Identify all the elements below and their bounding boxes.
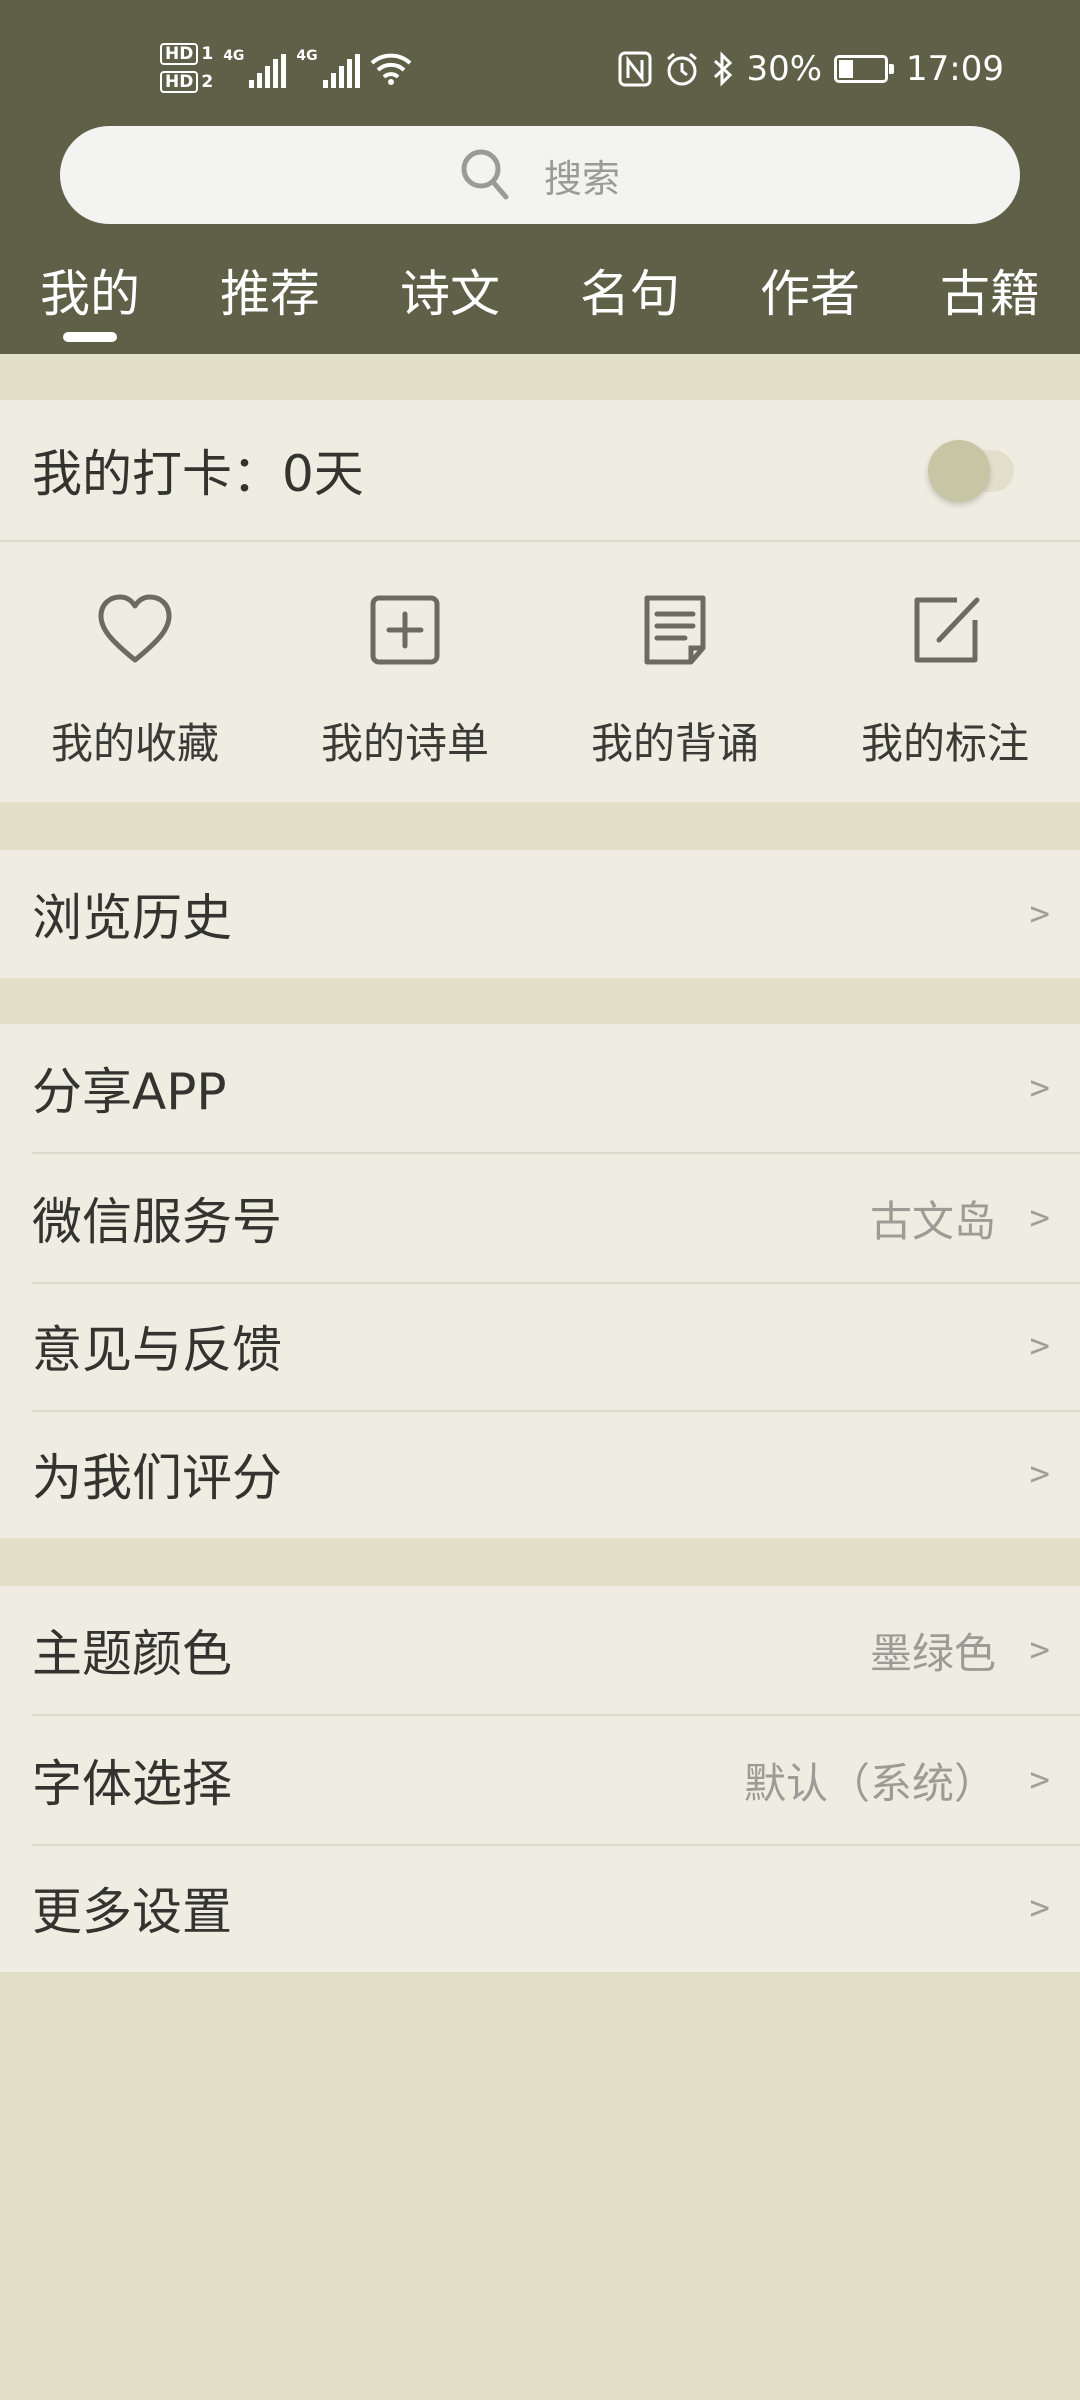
chevron-right-icon: > xyxy=(1029,894,1050,934)
search-bar[interactable]: 搜索 xyxy=(60,126,1020,224)
hd1-badge: HD 1 xyxy=(160,43,213,65)
wechat-account-label: 微信服务号 xyxy=(32,1193,282,1251)
tab-recommend[interactable]: 推荐 xyxy=(190,254,350,326)
font-select-value: 默认（系统） xyxy=(743,1758,996,1808)
quick-actions: 我的收藏 我的诗单 我的背诵 我的标注 xyxy=(0,542,1080,802)
font-select-label: 字体选择 xyxy=(32,1755,232,1813)
status-left: HD 1 HD 2 4G 4G xyxy=(160,36,412,100)
chevron-right-icon: > xyxy=(1029,1454,1050,1494)
hd1-sub: 1 xyxy=(201,44,214,64)
add-square-icon xyxy=(370,595,440,665)
wechat-account-row[interactable]: 微信服务号 古文岛 > xyxy=(0,1154,1080,1282)
wechat-account-value: 古文岛 xyxy=(869,1196,996,1246)
chevron-right-icon: > xyxy=(1029,1068,1050,1108)
profile-card: 我的打卡：0天 我的收藏 我的诗单 我的背诵 我的标注 xyxy=(0,400,1080,802)
recitation-button[interactable]: 我的背诵 xyxy=(540,542,810,804)
nfc-icon xyxy=(618,51,652,87)
theme-color-label: 主题颜色 xyxy=(32,1625,232,1683)
annotations-button[interactable]: 我的标注 xyxy=(810,542,1080,804)
signal-icon-sim1: 4G xyxy=(223,48,287,88)
display-settings-card: 主题颜色 墨绿色 > 字体选择 默认（系统） > 更多设置 > xyxy=(0,1586,1080,1972)
hd2-sub: 2 xyxy=(201,72,214,92)
alarm-icon xyxy=(667,52,698,86)
battery-icon xyxy=(834,55,895,83)
wifi-icon xyxy=(370,53,412,85)
chevron-right-icon: > xyxy=(1029,1630,1050,1670)
status-right: 30% 17:09 xyxy=(618,44,1004,94)
tab-poems[interactable]: 诗文 xyxy=(370,254,530,326)
tab-mine[interactable]: 我的 xyxy=(10,254,170,326)
chevron-right-icon: > xyxy=(1029,1760,1050,1800)
signal-icon-sim2: 4G xyxy=(296,48,360,88)
theme-color-row[interactable]: 主题颜色 墨绿色 > xyxy=(0,1586,1080,1714)
hd2-badge: HD 2 xyxy=(160,71,213,93)
favorites-button[interactable]: 我的收藏 xyxy=(0,542,270,804)
bluetooth-icon xyxy=(714,51,733,87)
search-placeholder: 搜索 xyxy=(543,156,620,201)
status-bar: HD 1 HD 2 4G 4G 30% 17:09 xyxy=(0,0,1080,130)
tab-authors[interactable]: 作者 xyxy=(730,254,890,326)
heart-icon xyxy=(98,594,172,663)
chevron-right-icon: > xyxy=(1029,1888,1050,1928)
recitation-label: 我的背诵 xyxy=(590,719,759,768)
battery-percent: 30% xyxy=(746,49,823,89)
share-app-row[interactable]: 分享APP > xyxy=(0,1024,1080,1152)
rate-us-row[interactable]: 为我们评分 > xyxy=(0,1410,1080,1538)
tab-bar: 我的 推荐 诗文 名句 作者 古籍 xyxy=(0,240,1080,354)
app-header: HD 1 HD 2 4G 4G 30% 17:09 搜索 我的 推荐 诗文 名句… xyxy=(0,0,1080,354)
document-icon xyxy=(644,595,706,665)
history-label: 浏览历史 xyxy=(32,889,232,947)
checkin-toggle-knob[interactable] xyxy=(928,440,990,502)
feedback-label: 意见与反馈 xyxy=(32,1321,282,1379)
network-type-sim2: 4G xyxy=(296,48,318,64)
more-settings-row[interactable]: 更多设置 > xyxy=(0,1844,1080,1972)
chevron-right-icon: > xyxy=(1029,1198,1050,1238)
tab-classics[interactable]: 古籍 xyxy=(910,254,1070,326)
share-app-label: 分享APP xyxy=(32,1063,227,1121)
chevron-right-icon: > xyxy=(1029,1326,1050,1366)
hd-indicators: HD 1 HD 2 xyxy=(160,43,213,93)
favorites-label: 我的收藏 xyxy=(50,719,219,768)
annotations-label: 我的标注 xyxy=(860,719,1029,768)
checkin-row: 我的打卡：0天 xyxy=(0,400,1080,540)
history-card: 浏览历史 > xyxy=(0,850,1080,978)
history-row[interactable]: 浏览历史 > xyxy=(0,850,1080,978)
font-select-row[interactable]: 字体选择 默认（系统） > xyxy=(0,1716,1080,1844)
more-settings-label: 更多设置 xyxy=(32,1883,232,1941)
checkin-label: 我的打卡：0天 xyxy=(32,445,364,503)
hd2-label: HD xyxy=(160,71,199,93)
clock-time: 17:09 xyxy=(906,49,1004,89)
search-icon xyxy=(461,149,509,200)
app-settings-card: 分享APP > 微信服务号 古文岛 > 意见与反馈 > 为我们评分 > xyxy=(0,1024,1080,1538)
poem-list-button[interactable]: 我的诗单 xyxy=(270,542,540,804)
network-type-sim1: 4G xyxy=(223,48,245,64)
active-tab-indicator xyxy=(63,332,117,342)
rate-us-label: 为我们评分 xyxy=(32,1449,282,1507)
feedback-row[interactable]: 意见与反馈 > xyxy=(0,1282,1080,1410)
tab-quotes[interactable]: 名句 xyxy=(550,254,710,326)
poem-list-label: 我的诗单 xyxy=(320,719,489,768)
edit-icon xyxy=(914,597,980,663)
hd1-label: HD xyxy=(160,43,199,65)
theme-color-value: 墨绿色 xyxy=(869,1628,996,1678)
